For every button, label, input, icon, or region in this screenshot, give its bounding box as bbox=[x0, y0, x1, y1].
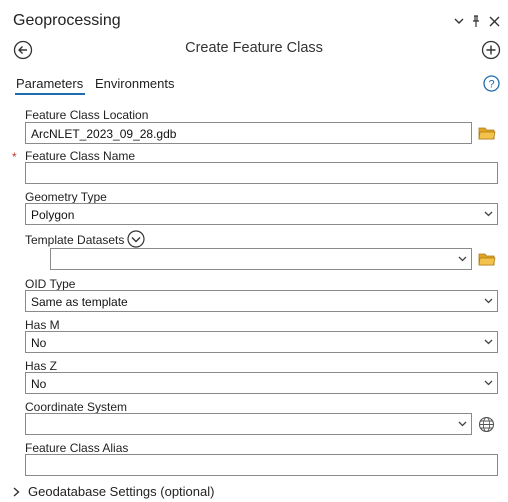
chevron-down-icon bbox=[458, 256, 467, 262]
location-field[interactable]: ArcNLET_2023_09_28.gdb bbox=[25, 122, 472, 144]
has-m-label: Has M bbox=[25, 318, 60, 332]
chevron-down-icon bbox=[484, 380, 493, 386]
coord-select[interactable] bbox=[25, 413, 472, 435]
help-icon-label: ? bbox=[488, 79, 494, 91]
template-select[interactable] bbox=[50, 248, 472, 270]
tab-active-underline bbox=[15, 93, 85, 95]
close-icon[interactable] bbox=[487, 13, 501, 29]
location-label: Feature Class Location bbox=[25, 108, 149, 122]
chevron-right-icon bbox=[13, 486, 20, 497]
geodatabase-settings-section[interactable]: Geodatabase Settings (optional) bbox=[13, 484, 214, 499]
folder-browse-icon[interactable] bbox=[478, 251, 496, 267]
chevron-down-icon bbox=[484, 211, 493, 217]
oid-value: Same as template bbox=[31, 295, 128, 309]
location-value: ArcNLET_2023_09_28.gdb bbox=[31, 127, 177, 141]
alias-input[interactable] bbox=[25, 454, 498, 476]
tool-title: Create Feature Class bbox=[185, 40, 323, 56]
coord-label: Coordinate System bbox=[25, 400, 128, 414]
folder-browse-icon[interactable] bbox=[478, 125, 496, 141]
pane-title: Geoprocessing bbox=[13, 12, 121, 29]
chevron-down-icon bbox=[484, 298, 493, 304]
help-icon[interactable]: ? bbox=[483, 75, 500, 92]
has-z-select[interactable]: No bbox=[25, 372, 498, 394]
tab-environments[interactable]: Environments bbox=[95, 76, 174, 91]
has-z-value: No bbox=[31, 377, 47, 391]
globe-icon[interactable] bbox=[478, 416, 495, 433]
oid-select[interactable]: Same as template bbox=[25, 290, 498, 312]
chevron-down-icon bbox=[484, 339, 493, 345]
has-m-value: No bbox=[31, 336, 47, 350]
required-marker: * bbox=[12, 150, 17, 164]
has-z-label: Has Z bbox=[25, 359, 58, 373]
chevron-down-icon bbox=[458, 421, 467, 427]
add-circle-icon[interactable] bbox=[481, 40, 501, 60]
geometry-value: Polygon bbox=[31, 208, 75, 222]
geometry-select[interactable]: Polygon bbox=[25, 203, 498, 225]
pin-icon[interactable] bbox=[469, 13, 483, 29]
has-m-select[interactable]: No bbox=[25, 331, 498, 353]
tab-parameters[interactable]: Parameters bbox=[16, 76, 83, 91]
oid-label: OID Type bbox=[25, 277, 76, 291]
alias-label: Feature Class Alias bbox=[25, 441, 129, 455]
name-input[interactable] bbox=[25, 162, 498, 184]
template-label: Template Datasets bbox=[25, 233, 125, 247]
pane-menu-dropdown-icon[interactable] bbox=[452, 13, 466, 29]
section-label: Geodatabase Settings (optional) bbox=[28, 484, 215, 499]
expand-circle-icon[interactable] bbox=[127, 230, 145, 248]
geometry-label: Geometry Type bbox=[25, 190, 107, 204]
name-label: Feature Class Name bbox=[25, 149, 136, 163]
